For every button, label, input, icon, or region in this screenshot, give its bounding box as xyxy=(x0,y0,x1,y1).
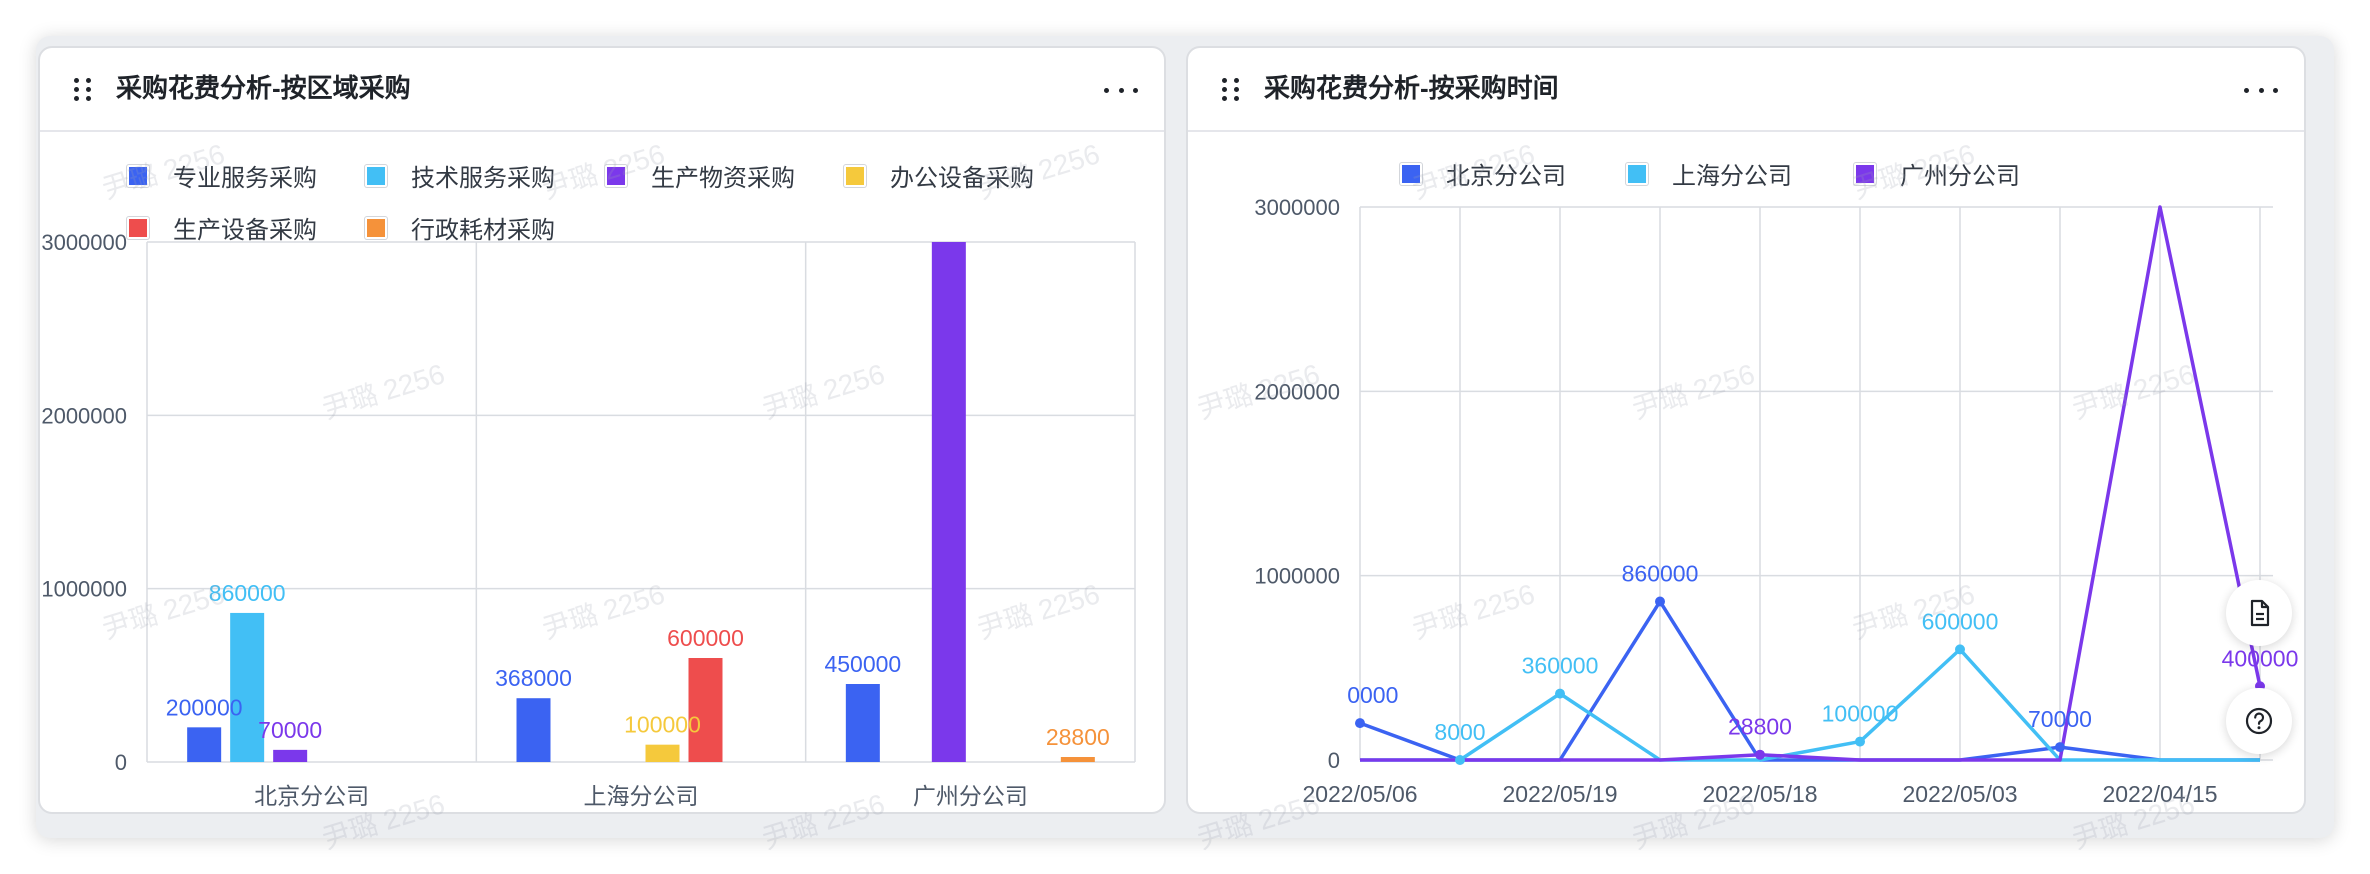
card-header: 采购花费分析-按区域采购 xyxy=(40,48,1164,132)
plot-area: 200000 8000 360000 860000 28800 100000 600000 7… xyxy=(1322,205,2299,765)
data-point[interactable] xyxy=(1955,644,1965,655)
x-tick-label: 广州分公司 xyxy=(913,783,1028,809)
data-label: 600000 xyxy=(1922,608,1999,634)
y-tick-label: 2000000 xyxy=(41,403,127,428)
data-point[interactable] xyxy=(1455,755,1465,765)
bar[interactable] xyxy=(516,698,551,762)
help-icon[interactable] xyxy=(2226,688,2292,754)
y-tick-label: 1000000 xyxy=(1254,564,1340,589)
bar-chart: 0 1000000 2000000 3000000 北京分公司 上海分公司 广州分公司 200… xyxy=(41,230,1136,809)
data-label: 28800 xyxy=(1046,724,1110,750)
x-tick-label: 2022/05/18 xyxy=(1702,781,1817,807)
drag-handle-icon[interactable] xyxy=(1222,78,1239,102)
more-options-icon[interactable] xyxy=(2244,78,2278,102)
more-options-icon[interactable] xyxy=(1104,78,1138,102)
y-tick-label: 2000000 xyxy=(1254,379,1340,404)
x-tick-label: 2022/05/06 xyxy=(1302,781,1417,807)
data-label: 8000 xyxy=(1434,719,1485,745)
y-tick-label: 0 xyxy=(1328,748,1340,773)
data-label: 100000 xyxy=(624,712,701,738)
chart-card-by-region: 采购花费分析-按区域采购 专业服务采购 技术服务采购 生产物资采购 办公设备采购 生产设… xyxy=(38,46,1166,814)
data-label: 860000 xyxy=(1622,560,1699,586)
data-label: 450000 xyxy=(824,651,901,677)
series-line[interactable] xyxy=(1360,647,2260,762)
x-tick-label: 2022/04/15 xyxy=(2102,781,2217,807)
data-label: 100000 xyxy=(1822,701,1899,727)
data-point[interactable] xyxy=(1855,736,1865,747)
data-label: 200000 xyxy=(166,694,243,720)
x-tick-label: 2022/05/03 xyxy=(1902,781,2017,807)
card-header: 采购花费分析-按采购时间 xyxy=(1188,48,2304,132)
card-title: 采购花费分析-按采购时间 xyxy=(1264,73,1559,103)
x-tick-label: 2022/05/19 xyxy=(1502,781,1617,807)
bar[interactable] xyxy=(931,242,966,762)
data-label: 360000 xyxy=(1522,653,1599,679)
x-tick-label: 上海分公司 xyxy=(584,783,699,809)
bar[interactable] xyxy=(273,749,308,762)
data-label: 28800 xyxy=(1728,714,1792,740)
data-label: 200000 xyxy=(1322,682,1399,708)
y-tick-label: 0 xyxy=(115,750,127,775)
data-label: 70000 xyxy=(258,717,322,743)
data-point[interactable] xyxy=(1355,718,1365,729)
chart-card-by-time: 采购花费分析-按采购时间 北京分公司 上海分公司 广州分公司 0 1000000 200… xyxy=(1186,46,2306,814)
data-point[interactable] xyxy=(1555,688,1565,699)
document-icon[interactable] xyxy=(2226,580,2292,646)
data-label: 860000 xyxy=(209,580,286,606)
data-label: 400000 xyxy=(2222,645,2299,671)
data-point[interactable] xyxy=(2055,742,2065,753)
x-tick-label: 北京分公司 xyxy=(254,783,369,809)
drag-handle-icon[interactable] xyxy=(74,78,91,102)
card-title: 采购花费分析-按区域采购 xyxy=(116,73,411,103)
dashboard-frame: 采购花费分析-按区域采购 专业服务采购 技术服务采购 生产物资采购 办公设备采购 生产设… xyxy=(36,36,2334,838)
data-label: 368000 xyxy=(495,665,572,691)
series-line[interactable] xyxy=(1360,205,2262,762)
bar[interactable] xyxy=(187,727,222,762)
data-label: 600000 xyxy=(667,625,744,651)
data-point[interactable] xyxy=(1655,596,1665,607)
bar[interactable] xyxy=(845,684,880,762)
y-tick-label: 3000000 xyxy=(41,230,127,255)
data-label: 70000 xyxy=(2028,706,2092,732)
bar[interactable] xyxy=(1060,757,1095,762)
bar[interactable] xyxy=(645,744,680,762)
line-chart: 0 1000000 2000000 3000000 2022/05/06 2022/05/… xyxy=(1254,195,2299,807)
bar[interactable] xyxy=(688,658,723,762)
y-tick-label: 3000000 xyxy=(1254,195,1340,220)
data-point[interactable] xyxy=(1755,749,1765,760)
y-tick-label: 1000000 xyxy=(41,577,127,602)
